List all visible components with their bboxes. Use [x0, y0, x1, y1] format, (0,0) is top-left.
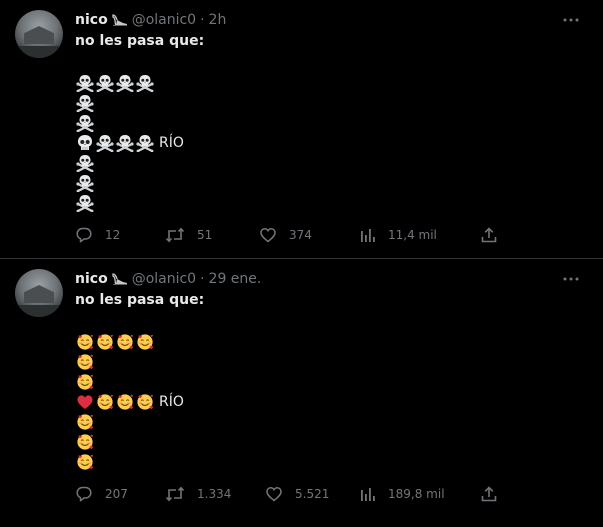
retweet-button[interactable]: 51: [165, 225, 212, 245]
skull-crossbones-icon: [135, 73, 155, 93]
red-heart-icon: [75, 392, 95, 412]
tweet-header: nico @olanic0 · 2h: [75, 10, 226, 30]
heart-icon: [259, 226, 277, 244]
tweet-text: no les pasa que:: [75, 33, 205, 49]
skull-crossbones-icon: [135, 133, 155, 153]
smiling-face-with-hearts-icon: [75, 332, 95, 352]
rio-label: RÍO: [159, 394, 184, 410]
timestamp[interactable]: 2h: [209, 12, 227, 28]
skull-crossbones-icon: [115, 133, 135, 153]
like-count: 374: [289, 228, 312, 242]
smiling-face-with-hearts-icon: [135, 392, 155, 412]
skull-crossbones-icon: [75, 153, 95, 173]
tweet[interactable]: nico @olanic0 · 29 ene. no les pasa que:…: [0, 259, 603, 527]
smiling-face-with-hearts-icon: [135, 332, 155, 352]
tweet-actions: 12 51 374 11,4 mil: [75, 225, 525, 245]
emoji-art: RÍO: [75, 73, 184, 213]
author-name[interactable]: nico: [75, 12, 108, 28]
tweet[interactable]: nico @olanic0 · 2h no les pasa que: RÍO …: [0, 0, 603, 259]
more-options-icon[interactable]: [562, 11, 580, 29]
smiling-face-with-hearts-icon: [95, 392, 115, 412]
like-count: 5.521: [295, 487, 330, 501]
analytics-icon: [360, 485, 376, 503]
reply-button[interactable]: 12: [75, 225, 120, 245]
skull-crossbones-icon: [75, 193, 95, 213]
share-button[interactable]: [480, 225, 498, 245]
avatar[interactable]: [15, 269, 63, 317]
share-icon: [480, 226, 498, 244]
high-heel-icon: [112, 13, 128, 27]
avatar[interactable]: [15, 10, 63, 58]
tweet-text: no les pasa que:: [75, 292, 205, 308]
views-button[interactable]: 11,4 mil: [360, 225, 437, 245]
skull-crossbones-icon: [75, 73, 95, 93]
skull-crossbones-icon: [95, 73, 115, 93]
smiling-face-with-hearts-icon: [75, 352, 95, 372]
tweet-header: nico @olanic0 · 29 ene.: [75, 269, 261, 289]
author-name[interactable]: nico: [75, 271, 108, 287]
analytics-icon: [360, 226, 376, 244]
like-button[interactable]: 374: [259, 225, 312, 245]
share-button[interactable]: [480, 484, 498, 504]
rio-label: RÍO: [159, 135, 184, 151]
retweet-count: 51: [197, 228, 213, 242]
skull-crossbones-icon: [95, 133, 115, 153]
smiling-face-with-hearts-icon: [75, 372, 95, 392]
high-heel-icon: [112, 272, 128, 286]
reply-count: 207: [105, 487, 128, 501]
smiling-face-with-hearts-icon: [115, 392, 135, 412]
reply-count: 12: [105, 228, 121, 242]
like-button[interactable]: 5.521: [265, 484, 329, 504]
separator-dot: ·: [200, 12, 205, 28]
retweet-button[interactable]: 1.334: [165, 484, 231, 504]
skull-crossbones-icon: [75, 173, 95, 193]
reply-icon: [75, 226, 93, 244]
reply-icon: [75, 485, 93, 503]
skull-icon: [75, 133, 95, 153]
share-icon: [480, 485, 498, 503]
retweet-icon: [165, 226, 185, 244]
smiling-face-with-hearts-icon: [95, 332, 115, 352]
tweet-actions: 207 1.334 5.521 189,8 mil: [75, 484, 525, 504]
heart-icon: [265, 485, 283, 503]
view-count: 11,4 mil: [388, 228, 437, 242]
skull-crossbones-icon: [75, 93, 95, 113]
retweet-icon: [165, 485, 185, 503]
retweet-count: 1.334: [197, 487, 232, 501]
author-handle[interactable]: @olanic0: [132, 12, 196, 28]
skull-crossbones-icon: [75, 113, 95, 133]
reply-button[interactable]: 207: [75, 484, 128, 504]
author-handle[interactable]: @olanic0: [132, 271, 196, 287]
smiling-face-with-hearts-icon: [115, 332, 135, 352]
skull-crossbones-icon: [115, 73, 135, 93]
smiling-face-with-hearts-icon: [75, 452, 95, 472]
smiling-face-with-hearts-icon: [75, 432, 95, 452]
separator-dot: ·: [200, 271, 205, 287]
timestamp[interactable]: 29 ene.: [209, 271, 262, 287]
emoji-art: RÍO: [75, 332, 184, 472]
more-options-icon[interactable]: [562, 270, 580, 288]
views-button[interactable]: 189,8 mil: [360, 484, 445, 504]
view-count: 189,8 mil: [388, 487, 445, 501]
smiling-face-with-hearts-icon: [75, 412, 95, 432]
